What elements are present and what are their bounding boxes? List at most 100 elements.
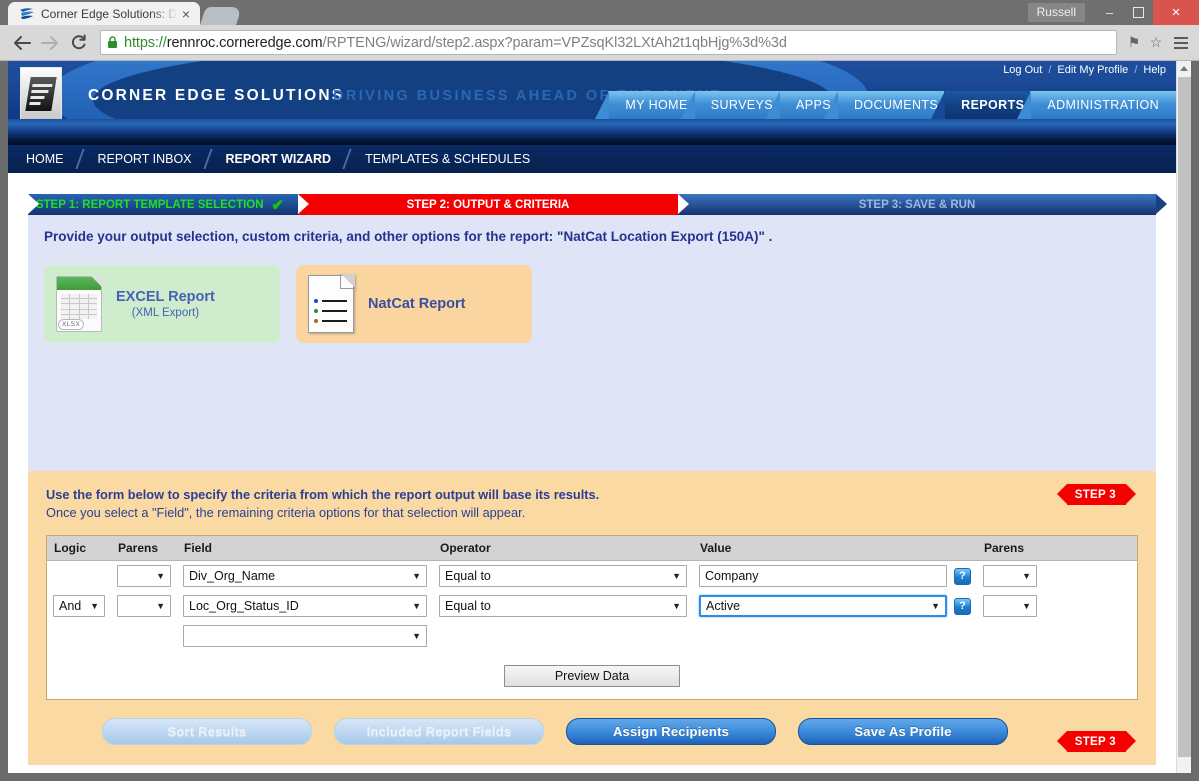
- step2-label: STEP 2: OUTPUT & CRITERIA: [406, 198, 570, 211]
- tab-strip: Corner Edge Solutions: Da ×: [8, 0, 242, 25]
- save-page-icon[interactable]: ⚑: [1123, 34, 1145, 51]
- chrome-menu-icon[interactable]: [1167, 36, 1191, 49]
- close-window-button[interactable]: ×: [1153, 0, 1199, 25]
- row2-logic-select[interactable]: And ▼: [53, 595, 105, 617]
- chevron-down-icon: ▼: [672, 571, 681, 581]
- row3-operator-cell: [433, 621, 693, 651]
- util-separator: /: [1134, 64, 1138, 76]
- url-text: https://rennroc.corneredge.com/RPTENG/wi…: [124, 35, 787, 51]
- row3-logic-cell: [47, 621, 111, 651]
- row1-paren-close-cell: ▼: [977, 561, 1137, 592]
- subnav-item-report-wizard[interactable]: REPORT WIZARD: [208, 145, 348, 173]
- reload-icon[interactable]: [64, 29, 92, 57]
- bookmark-star-icon[interactable]: ☆: [1145, 34, 1167, 51]
- wizard-step-2[interactable]: STEP 2: OUTPUT & CRITERIA: [298, 194, 689, 215]
- subnav-item-home[interactable]: HOME: [8, 145, 80, 173]
- scrollbar-thumb[interactable]: [1178, 77, 1191, 757]
- profile-button[interactable]: Russell: [1027, 3, 1085, 22]
- lock-icon: [107, 36, 118, 49]
- row1-paren-open-select[interactable]: ▼: [117, 565, 171, 587]
- criteria-row: And ▼ ▼ Loc_Org_Status_ID ▼ Equal to ▼ A…: [47, 591, 1137, 621]
- maximize-button[interactable]: [1124, 0, 1153, 25]
- back-icon[interactable]: [8, 29, 36, 57]
- chevron-down-icon: ▼: [90, 601, 99, 611]
- row2-value-cell: Active ▼ ?: [693, 591, 977, 621]
- xlsx-file-icon: XLSX: [56, 276, 102, 332]
- address-bar[interactable]: https://rennroc.corneredge.com/RPTENG/wi…: [100, 30, 1117, 55]
- scroll-up-icon[interactable]: [1177, 61, 1191, 76]
- subnav-item-report-inbox[interactable]: REPORT INBOX: [80, 145, 208, 173]
- document-list-icon: [308, 274, 355, 333]
- column-header-logic: Logic: [47, 536, 111, 561]
- row1-operator-select[interactable]: Equal to ▼: [439, 565, 687, 587]
- row1-operator-value: Equal to: [445, 569, 491, 583]
- criteria-row: ▼: [47, 621, 1137, 651]
- help-icon[interactable]: ?: [954, 567, 971, 585]
- row1-value-text: Company: [705, 569, 759, 583]
- row2-logic-value: And: [59, 599, 82, 613]
- column-header-parens-close: Parens: [977, 536, 1137, 561]
- save-as-profile-button[interactable]: Save As Profile: [798, 718, 1008, 745]
- preview-data-button[interactable]: Preview Data: [504, 665, 680, 687]
- output-type-cards: XLSX EXCEL Report (XML Export) NatCat Re…: [44, 265, 1140, 343]
- help-link[interactable]: Help: [1143, 64, 1166, 76]
- browser-tab[interactable]: Corner Edge Solutions: Da ×: [8, 2, 200, 25]
- tab-title: Corner Edge Solutions: Da: [41, 6, 178, 21]
- included-report-fields-button[interactable]: Included Report Fields: [334, 718, 544, 745]
- logout-link[interactable]: Log Out: [1003, 64, 1042, 76]
- output-card-excel-label: EXCEL Report (XML Export): [116, 288, 215, 321]
- row1-field-select[interactable]: Div_Org_Name ▼: [183, 565, 427, 587]
- new-tab-button[interactable]: [200, 7, 242, 25]
- output-card-excel[interactable]: XLSX EXCEL Report (XML Export): [44, 265, 280, 343]
- column-header-operator: Operator: [433, 536, 693, 561]
- sort-results-button[interactable]: Sort Results: [102, 718, 312, 745]
- chevron-down-icon: ▼: [156, 601, 165, 611]
- logo-glyph-icon: [25, 77, 57, 111]
- chevron-down-icon: ▼: [412, 601, 421, 611]
- row2-field-select[interactable]: Loc_Org_Status_ID ▼: [183, 595, 427, 617]
- row2-paren-open-cell: ▼: [111, 591, 177, 621]
- row1-value-input[interactable]: Company: [699, 565, 947, 587]
- row2-value-select[interactable]: Active ▼: [699, 595, 947, 617]
- step1-notch: [28, 194, 39, 214]
- page-scrollbar[interactable]: [1176, 61, 1191, 773]
- row3-field-cell: ▼: [177, 621, 433, 651]
- row2-operator-select[interactable]: Equal to ▼: [439, 595, 687, 617]
- row2-operator-value: Equal to: [445, 599, 491, 613]
- wizard-step-3[interactable]: STEP 3: SAVE & RUN: [678, 194, 1167, 215]
- web-page: CORNER EDGE SOLUTIONS DRIVING BUSINESS A…: [8, 61, 1176, 773]
- row1-operator-cell: Equal to ▼: [433, 561, 693, 592]
- help-icon[interactable]: ?: [954, 597, 971, 615]
- tab-close-icon[interactable]: ×: [178, 7, 194, 21]
- assign-recipients-button[interactable]: Assign Recipients: [566, 718, 776, 745]
- step2-notch: [298, 194, 309, 214]
- row1-field-cell: Div_Org_Name ▼: [177, 561, 433, 592]
- row1-value-cell: Company ?: [693, 561, 977, 592]
- output-card-natcat[interactable]: NatCat Report: [296, 265, 532, 343]
- step1-label: STEP 1: REPORT TEMPLATE SELECTION: [35, 198, 264, 211]
- row1-paren-close-select[interactable]: ▼: [983, 565, 1037, 587]
- wizard-step-1[interactable]: STEP 1: REPORT TEMPLATE SELECTION ✔: [28, 194, 309, 215]
- chevron-down-icon: ▼: [931, 601, 940, 611]
- row1-logic-cell: [47, 561, 111, 592]
- row3-field-select[interactable]: ▼: [183, 625, 427, 647]
- criteria-instructions-sub: Once you select a "Field", the remaining…: [46, 505, 526, 520]
- subnav-filler: [546, 145, 1176, 173]
- wizard-step-bar: STEP 1: REPORT TEMPLATE SELECTION ✔ STEP…: [28, 194, 1167, 215]
- row2-field-cell: Loc_Org_Status_ID ▼: [177, 591, 433, 621]
- row2-paren-close-select[interactable]: ▼: [983, 595, 1037, 617]
- row2-field-value: Loc_Org_Status_ID: [189, 599, 299, 613]
- excel-card-title: EXCEL Report: [116, 288, 215, 305]
- criteria-table: Logic Parens Field Operator Value Parens: [47, 536, 1137, 699]
- output-selection-panel: Provide your output selection, custom cr…: [28, 215, 1156, 471]
- nav-item-administration[interactable]: ADMINISTRATION: [1017, 91, 1176, 119]
- row2-paren-open-select[interactable]: ▼: [117, 595, 171, 617]
- ceb-favicon: [18, 6, 35, 21]
- step1-check-icon: ✔: [271, 196, 285, 214]
- browser-titlebar: Corner Edge Solutions: Da × Russell – ×: [0, 0, 1199, 25]
- minimize-button[interactable]: –: [1095, 0, 1124, 25]
- edit-profile-link[interactable]: Edit My Profile: [1057, 64, 1128, 76]
- criteria-table-container: Logic Parens Field Operator Value Parens: [46, 535, 1138, 700]
- subnav-item-templates-schedules[interactable]: TEMPLATES & SCHEDULES: [347, 145, 546, 173]
- forward-icon[interactable]: [36, 29, 64, 57]
